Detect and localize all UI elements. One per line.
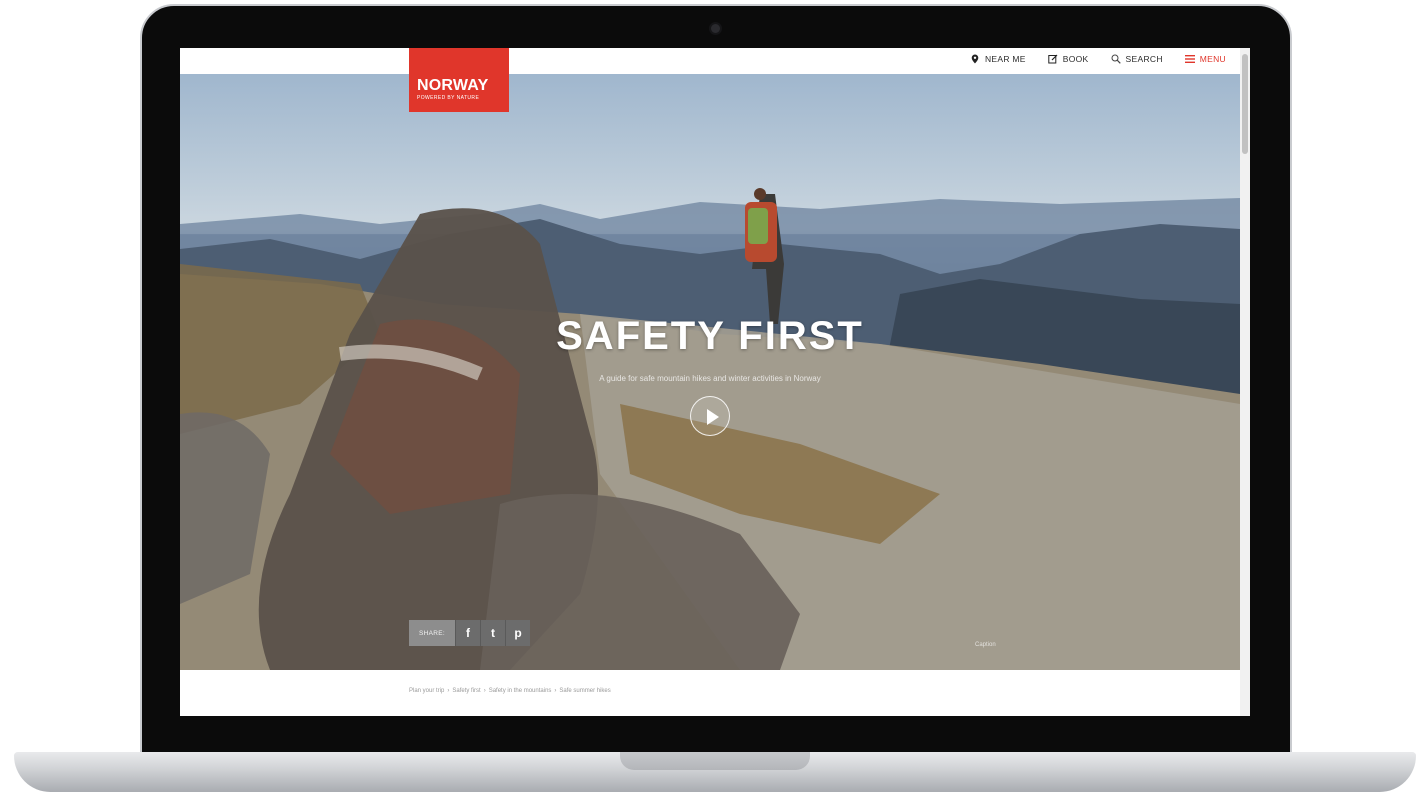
search-label: SEARCH xyxy=(1125,54,1163,64)
twitter-icon: t xyxy=(491,626,495,640)
edit-icon xyxy=(1048,54,1058,64)
twitter-share-button[interactable]: t xyxy=(480,620,505,646)
share-bar: SHARE: f t p xyxy=(409,620,530,646)
scroll-thumb[interactable] xyxy=(1242,54,1248,154)
laptop-notch xyxy=(620,752,810,770)
hero-landscape xyxy=(180,188,1240,670)
book-link[interactable]: BOOK xyxy=(1048,54,1089,64)
breadcrumb-item-plan-your-trip[interactable]: Plan your trip xyxy=(409,688,444,694)
hero-banner: SAFETY FIRST A guide for safe mountain h… xyxy=(180,74,1240,670)
pinterest-share-button[interactable]: p xyxy=(505,620,530,646)
book-label: BOOK xyxy=(1062,54,1089,64)
browser-screen: NEAR ME BOOK SEARCH MENU NORWAY POWERED … xyxy=(180,48,1250,716)
hamburger-icon xyxy=(1184,55,1195,63)
facebook-icon: f xyxy=(466,626,470,640)
hero-subheading: A guide for safe mountain hikes and wint… xyxy=(599,374,821,383)
pinterest-icon: p xyxy=(514,626,522,640)
hero-heading: SAFETY FIRST xyxy=(556,314,864,358)
breadcrumb-item-safe-summer-hikes: Safe summer hikes xyxy=(559,688,611,694)
page-scrollbar[interactable] xyxy=(1240,48,1250,716)
near-me-link[interactable]: NEAR ME xyxy=(970,54,1026,64)
facebook-share-button[interactable]: f xyxy=(455,620,480,646)
breadcrumb-item-safety-first[interactable]: Safety first xyxy=(452,688,480,694)
main-nav: NEAR ME BOOK SEARCH MENU xyxy=(970,54,1226,64)
top-navigation-bar: NEAR ME BOOK SEARCH MENU xyxy=(180,48,1240,74)
image-caption: Caption xyxy=(975,642,996,648)
norway-logo[interactable]: NORWAY POWERED BY NATURE xyxy=(409,48,509,112)
near-me-label: NEAR ME xyxy=(984,54,1026,64)
logo-subtitle: POWERED BY NATURE xyxy=(417,95,480,101)
breadcrumb: Plan your trip › Safety first › Safety i… xyxy=(409,688,611,694)
location-pin-icon xyxy=(971,54,979,64)
camera-icon xyxy=(711,24,720,33)
logo-title: NORWAY xyxy=(417,77,489,94)
search-icon xyxy=(1111,54,1121,64)
breadcrumb-separator: › xyxy=(483,688,486,694)
share-label: SHARE: xyxy=(409,620,455,646)
breadcrumb-separator: › xyxy=(447,688,450,694)
breadcrumb-separator: › xyxy=(554,688,557,694)
menu-button[interactable]: MENU xyxy=(1184,54,1226,64)
breadcrumb-item-safety-in-the-mountains[interactable]: Safety in the mountains xyxy=(489,688,552,694)
play-video-button[interactable] xyxy=(690,396,730,436)
menu-label: MENU xyxy=(1199,54,1226,64)
search-link[interactable]: SEARCH xyxy=(1111,54,1163,64)
